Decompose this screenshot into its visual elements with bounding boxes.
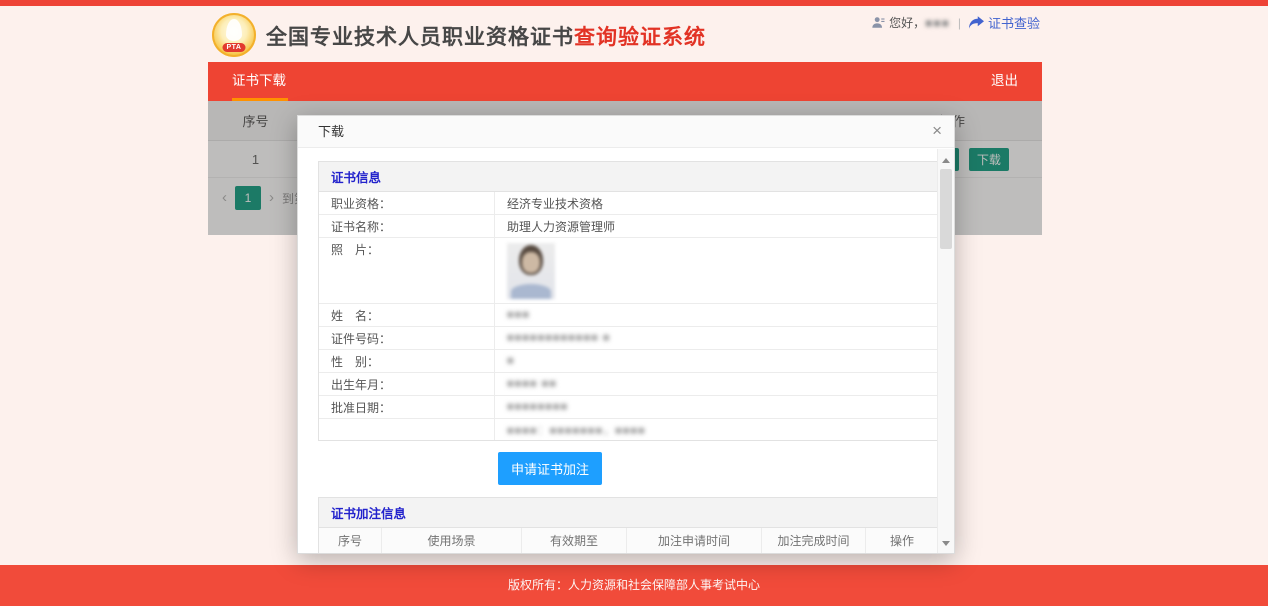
field-value: ■■■■：■■■■■■■，■■■■ bbox=[495, 419, 937, 440]
photo-shoulders-shape bbox=[511, 284, 551, 299]
cert-row-region: ■■■■：■■■■■■■，■■■■ bbox=[319, 418, 937, 440]
masked-value: ■■■ bbox=[507, 309, 530, 321]
anno-col-valid-until: 有效期至 bbox=[521, 528, 626, 553]
annotation-section-title: 证书加注信息 bbox=[318, 497, 937, 528]
field-value: ■■■■ ■■ bbox=[495, 373, 937, 395]
annotation-table-header: 序号 使用场景 有效期至 加注申请时间 加注完成时间 操作 bbox=[319, 528, 937, 553]
modal-header: 下载 × bbox=[298, 116, 954, 148]
logo-badge: PTA bbox=[223, 43, 246, 52]
field-value: ■ bbox=[495, 350, 937, 372]
pta-logo: PTA bbox=[212, 13, 256, 57]
photo-face-shape bbox=[522, 252, 540, 273]
username-masked: ■■■ bbox=[925, 16, 950, 30]
cert-row-name: 姓 名： ■■■ bbox=[319, 303, 937, 326]
field-label: 姓 名： bbox=[319, 304, 495, 326]
userbar-divider: | bbox=[958, 16, 961, 30]
anno-col-apply-time: 加注申请时间 bbox=[626, 528, 761, 553]
field-label: 批准日期： bbox=[319, 396, 495, 418]
field-value: ■■■■■■■■■■■■ ■ bbox=[495, 327, 937, 349]
cert-info-section-title: 证书信息 bbox=[318, 161, 937, 192]
apply-annotation-button[interactable]: 申请证书加注 bbox=[498, 452, 602, 485]
cert-row-approval-date: 批准日期： ■■■■■■■■ bbox=[319, 395, 937, 418]
modal-scrollbar[interactable] bbox=[937, 149, 954, 553]
cert-verify-link[interactable]: 证书查验 bbox=[969, 13, 1040, 32]
field-label: 证书名称： bbox=[319, 215, 495, 237]
page-title: 全国专业技术人员职业资格证书查询验证系统 bbox=[266, 21, 706, 51]
page: PTA 全国专业技术人员职业资格证书查询验证系统 您好， ■■■ | 证书查验 … bbox=[0, 0, 1268, 606]
page-title-main: 全国专业技术人员职业资格证书 bbox=[266, 26, 574, 49]
masked-value: ■■■■：■■■■■■■，■■■■ bbox=[507, 425, 646, 437]
field-value: 助理人力资源管理师 bbox=[495, 215, 937, 237]
footer: 版权所有：人力资源和社会保障部人事考试中心 bbox=[0, 565, 1268, 606]
cert-row-gender: 性 别： ■ bbox=[319, 349, 937, 372]
download-modal: 下载 × 证书信息 职业资格： 经济专业技术资格 证书名称： 助理人力资源管理师… bbox=[297, 115, 955, 554]
anno-col-action: 操作 bbox=[865, 528, 937, 553]
cert-row-birth-date: 出生年月： ■■■■ ■■ bbox=[319, 372, 937, 395]
masked-value: ■ bbox=[507, 355, 515, 367]
scroll-down-icon[interactable] bbox=[938, 535, 954, 551]
field-label: 性 别： bbox=[319, 350, 495, 372]
certificate-photo bbox=[507, 243, 555, 299]
logo-flame-icon bbox=[226, 19, 242, 41]
field-label: 照 片： bbox=[319, 238, 495, 303]
anno-col-seq: 序号 bbox=[319, 528, 381, 553]
field-label: 职业资格： bbox=[319, 192, 495, 214]
page-title-accent: 查询验证系统 bbox=[574, 26, 706, 49]
logout-button[interactable]: 退出 bbox=[991, 62, 1018, 99]
cert-row-photo: 照 片： bbox=[319, 237, 937, 303]
user-bar: 您好， ■■■ | 证书查验 bbox=[871, 13, 1040, 32]
field-value bbox=[495, 238, 937, 303]
copyright-text: 版权所有：人力资源和社会保障部人事考试中心 bbox=[508, 578, 760, 592]
modal-body: 证书信息 职业资格： 经济专业技术资格 证书名称： 助理人力资源管理师 照 片： bbox=[298, 149, 937, 553]
scrollbar-thumb[interactable] bbox=[940, 169, 952, 249]
masked-value: ■■■■■■■■ bbox=[507, 401, 568, 413]
cert-info-table: 职业资格： 经济专业技术资格 证书名称： 助理人力资源管理师 照 片： bbox=[318, 192, 937, 441]
cert-row-cert-name: 证书名称： 助理人力资源管理师 bbox=[319, 214, 937, 237]
masked-value: ■■■■ ■■ bbox=[507, 378, 557, 390]
masked-value: ■■■■■■■■■■■■ ■ bbox=[507, 332, 610, 344]
anno-col-complete-time: 加注完成时间 bbox=[761, 528, 865, 553]
cert-row-qualification: 职业资格： 经济专业技术资格 bbox=[319, 192, 937, 214]
field-label: 出生年月： bbox=[319, 373, 495, 395]
close-icon[interactable]: × bbox=[932, 116, 942, 146]
greeting-text: 您好， bbox=[889, 14, 925, 31]
main-nav: 证书下载 退出 bbox=[208, 62, 1042, 101]
field-value: 经济专业技术资格 bbox=[495, 192, 937, 214]
user-icon bbox=[871, 16, 885, 29]
scroll-up-icon[interactable] bbox=[938, 151, 954, 167]
annotation-table: 序号 使用场景 有效期至 加注申请时间 加注完成时间 操作 1 本人调用 202… bbox=[318, 528, 937, 553]
tab-cert-download[interactable]: 证书下载 bbox=[232, 62, 286, 99]
field-value: ■■■ bbox=[495, 304, 937, 326]
modal-title: 下载 bbox=[318, 124, 344, 139]
cert-verify-label: 证书查验 bbox=[988, 13, 1040, 32]
anno-col-scene: 使用场景 bbox=[381, 528, 521, 553]
field-value: ■■■■■■■■ bbox=[495, 396, 937, 418]
share-arrow-icon bbox=[969, 16, 984, 29]
field-label: 证件号码： bbox=[319, 327, 495, 349]
site-header: PTA 全国专业技术人员职业资格证书查询验证系统 您好， ■■■ | 证书查验 bbox=[208, 6, 1042, 62]
cert-row-id-number: 证件号码： ■■■■■■■■■■■■ ■ bbox=[319, 326, 937, 349]
field-label bbox=[319, 419, 495, 440]
